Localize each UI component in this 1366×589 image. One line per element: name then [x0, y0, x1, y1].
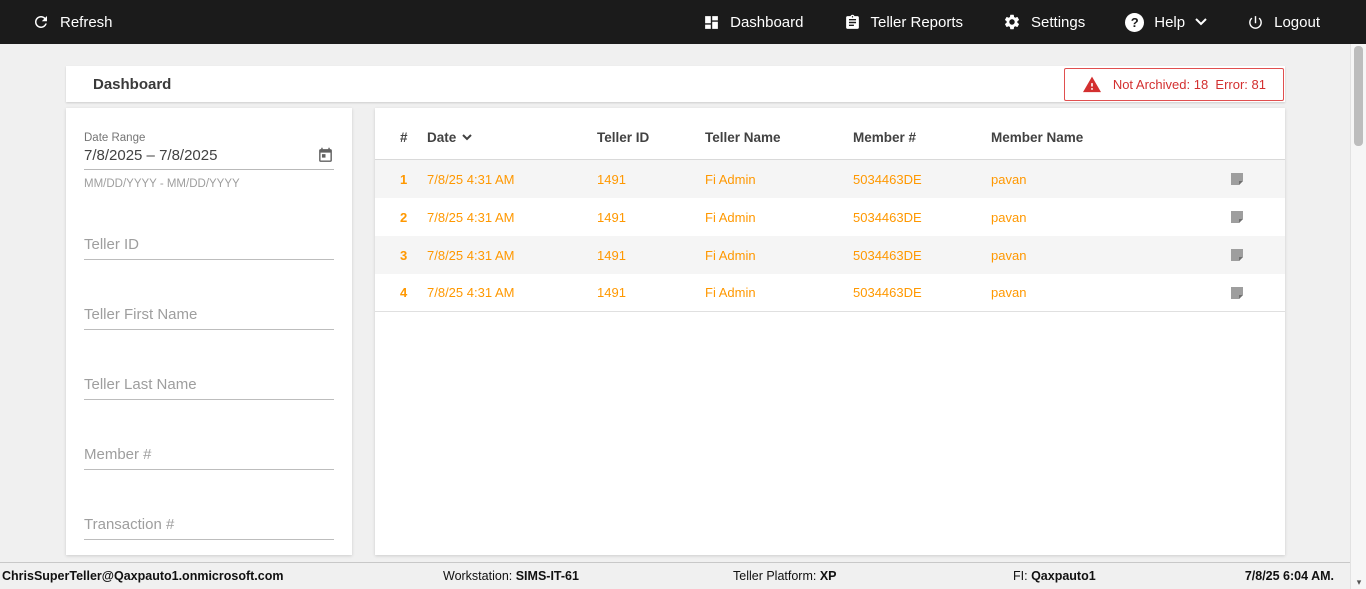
- status-time: 7/8/25 6:04 AM.: [1244, 569, 1334, 583]
- cell-teller-id: 1491: [597, 209, 626, 225]
- cell-num: 1: [400, 171, 408, 187]
- col-num: #: [400, 130, 408, 145]
- table-row[interactable]: 2 7/8/25 4:31 AM 1491 Fi Admin 5034463DE…: [375, 198, 1285, 236]
- report-icon: [844, 14, 861, 31]
- cell-num: 2: [400, 209, 408, 225]
- col-member-name: Member Name: [991, 130, 1084, 145]
- refresh-label: Refresh: [60, 13, 113, 31]
- table-row[interactable]: 3 7/8/25 4:31 AM 1491 Fi Admin 5034463DE…: [375, 236, 1285, 274]
- cell-teller-name: Fi Admin: [705, 247, 756, 263]
- teller-id-input[interactable]: [84, 230, 334, 260]
- note-icon[interactable]: [1225, 171, 1285, 187]
- status-bar: ChrisSuperTeller@Qaxpauto1.onmicrosoft.c…: [0, 562, 1350, 589]
- col-date-sort[interactable]: Date: [427, 130, 597, 145]
- transactions-table: # Date Teller ID Teller Name Member # Me…: [375, 108, 1285, 555]
- status-platform: Teller Platform: XP: [733, 569, 837, 583]
- refresh-button[interactable]: Refresh: [32, 13, 113, 31]
- cell-member: 5034463DE: [853, 209, 922, 225]
- scrollbar-thumb[interactable]: [1354, 46, 1363, 146]
- nav-settings-label: Settings: [1031, 13, 1086, 31]
- gear-icon: [1003, 13, 1021, 31]
- status-user: ChrisSuperTeller@Qaxpauto1.onmicrosoft.c…: [2, 569, 284, 583]
- page-title: Dashboard: [93, 75, 172, 93]
- cell-teller-id: 1491: [597, 285, 626, 300]
- col-member: Member #: [853, 130, 917, 145]
- nav-logout[interactable]: Logout: [1247, 14, 1320, 31]
- date-range-field[interactable]: [84, 147, 334, 170]
- calendar-icon[interactable]: [317, 147, 334, 164]
- cell-num: 4: [400, 285, 408, 300]
- cell-date: 7/8/25 4:31 AM: [427, 209, 515, 225]
- scrollbar-down-arrow[interactable]: ▾: [1351, 577, 1366, 587]
- col-teller-id: Teller ID: [597, 130, 650, 145]
- cell-member-name: pavan: [991, 171, 1027, 187]
- vertical-scrollbar[interactable]: ▾: [1350, 44, 1366, 589]
- warning-icon: [1082, 75, 1102, 93]
- chevron-down-icon: [1195, 18, 1207, 26]
- nav-logout-label: Logout: [1274, 13, 1320, 31]
- archive-error-badge: Not Archived: 18 Error: 81: [1063, 67, 1284, 101]
- nav-dashboard-label: Dashboard: [730, 13, 804, 31]
- help-icon: ?: [1125, 12, 1145, 32]
- sort-desc-icon: [462, 134, 472, 141]
- power-icon: [1247, 14, 1264, 31]
- cell-teller-id: 1491: [597, 171, 626, 187]
- page-header: Dashboard Not Archived: 18 Error: 81: [66, 66, 1285, 102]
- nav-teller-reports-label: Teller Reports: [870, 13, 964, 31]
- note-icon[interactable]: [1225, 247, 1285, 263]
- dashboard-icon: [703, 14, 720, 31]
- note-icon[interactable]: [1225, 209, 1285, 225]
- transaction-number-input[interactable]: [84, 510, 334, 540]
- refresh-icon: [32, 13, 50, 31]
- nav-help[interactable]: ? Help: [1125, 12, 1207, 32]
- cell-member: 5034463DE: [853, 171, 922, 187]
- nav-dashboard[interactable]: Dashboard: [703, 13, 804, 31]
- status-fi: FI: Qaxpauto1: [1013, 569, 1096, 583]
- nav-help-label: Help: [1154, 13, 1186, 31]
- nav-teller-reports[interactable]: Teller Reports: [844, 13, 964, 31]
- top-navigation-bar: Refresh Dashboard Teller Reports Setting…: [0, 0, 1366, 44]
- topbar-nav: Dashboard Teller Reports Settings ? Help: [703, 12, 1320, 32]
- table-row[interactable]: 1 7/8/25 4:31 AM 1491 Fi Admin 5034463DE…: [375, 160, 1285, 198]
- col-date-label: Date: [427, 130, 457, 145]
- cell-date: 7/8/25 4:31 AM: [427, 247, 515, 263]
- teller-first-name-input[interactable]: [84, 300, 334, 330]
- cell-teller-name: Fi Admin: [705, 209, 756, 225]
- cell-date: 7/8/25 4:31 AM: [427, 171, 515, 187]
- table-row[interactable]: 4 7/8/25 4:31 AM 1491 Fi Admin 5034463DE…: [375, 274, 1285, 312]
- status-workstation: Workstation: SIMS-IT-61: [443, 569, 579, 583]
- cell-teller-name: Fi Admin: [705, 285, 756, 300]
- col-teller-name: Teller Name: [705, 130, 781, 145]
- note-icon[interactable]: [1225, 285, 1285, 301]
- date-range-label: Date Range: [84, 132, 146, 144]
- cell-member-name: pavan: [991, 285, 1027, 300]
- table-header-row: # Date Teller ID Teller Name Member # Me…: [375, 116, 1285, 160]
- nav-settings[interactable]: Settings: [1003, 13, 1085, 31]
- filter-sidebar: Date Range MM/DD/YYYY - MM/DD/YYYY Trans…: [66, 108, 352, 555]
- cell-teller-name: Fi Admin: [705, 171, 756, 187]
- cell-num: 3: [400, 247, 408, 263]
- cell-member-name: pavan: [991, 247, 1027, 263]
- member-number-input[interactable]: [84, 440, 334, 470]
- cell-teller-id: 1491: [597, 247, 626, 263]
- cell-member: 5034463DE: [853, 247, 922, 263]
- teller-last-name-input[interactable]: [84, 370, 334, 400]
- date-format-hint: MM/DD/YYYY - MM/DD/YYYY: [84, 178, 240, 190]
- date-range-input[interactable]: [84, 147, 317, 164]
- cell-member-name: pavan: [991, 209, 1027, 225]
- cell-member: 5034463DE: [853, 285, 922, 300]
- cell-date: 7/8/25 4:31 AM: [427, 285, 515, 300]
- archive-error-text: Not Archived: 18 Error: 81: [1112, 76, 1266, 92]
